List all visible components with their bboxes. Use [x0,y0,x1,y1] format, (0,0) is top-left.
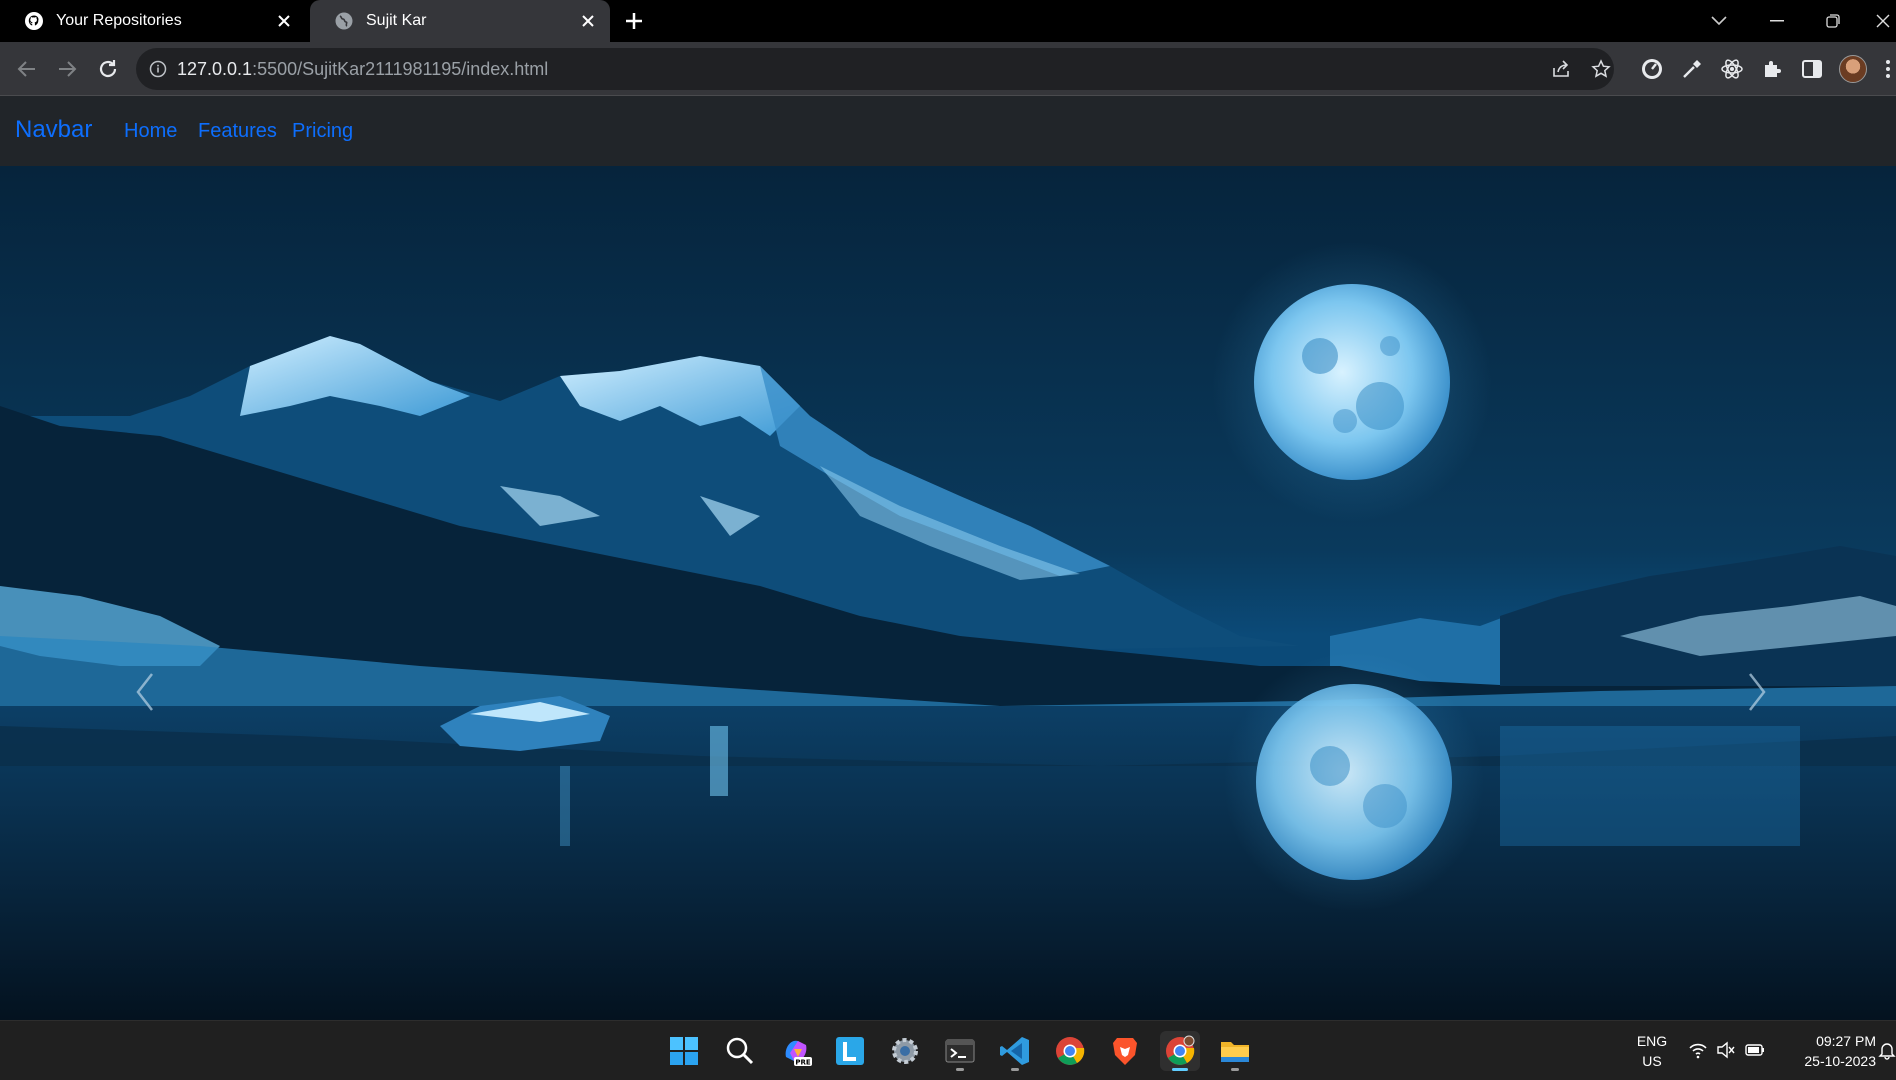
chrome-icon [1166,1035,1195,1065]
region-code: US [1642,1053,1662,1069]
chrome-icon [1056,1037,1085,1065]
svg-text:PRE: PRE [795,1059,811,1067]
nav-link-home[interactable]: Home [124,120,177,143]
share-icon[interactable] [1551,59,1571,79]
url-path: :5500/SujitKar2111981195/index.html [252,59,549,79]
tab-title: Sujit Kar [366,12,427,29]
folder-icon [1221,1042,1249,1062]
browser-tab-strip: Your Repositories Sujit Kar [0,0,1896,42]
running-indicator [1231,1068,1239,1071]
side-panel-icon[interactable] [1800,57,1824,81]
brave-lion-icon [1113,1038,1137,1065]
search-icon [726,1037,754,1065]
copilot-pre-icon: PRE [785,1040,812,1067]
clock[interactable]: 09:27 PM 25-10-2023 [1780,1031,1876,1071]
windows-logo-icon [670,1037,698,1065]
brave-button[interactable] [1105,1031,1145,1071]
carousel-slide-image [0,166,1896,1020]
globe-icon [335,12,353,30]
url-text: 127.0.0.1:5500/SujitKar2111981195/index.… [177,59,548,80]
language-indicator[interactable]: ENG US [1630,1031,1674,1071]
tab-title: Your Repositories [56,12,182,29]
chrome-button[interactable] [1050,1031,1090,1071]
clock-time: 09:27 PM [1816,1033,1876,1049]
extensions-puzzle-icon[interactable] [1760,57,1784,81]
tab-your-repositories[interactable]: Your Repositories [0,0,306,42]
l-app-icon [836,1037,864,1065]
new-tab-icon[interactable] [622,9,646,33]
start-button[interactable] [664,1031,704,1071]
windows-taskbar: PRE ENG US 09:27 PM 25-10-2023 [0,1020,1896,1080]
browser-toolbar: 127.0.0.1:5500/SujitKar2111981195/index.… [0,42,1896,96]
url-host: 127.0.0.1 [177,59,253,79]
carousel-next-chevron-right-icon[interactable] [1736,662,1776,722]
running-indicator [1011,1068,1019,1071]
react-devtools-icon[interactable] [1720,57,1744,81]
terminal-button[interactable] [940,1031,980,1071]
navbar-brand[interactable]: Navbar [15,116,92,144]
github-icon [25,12,43,30]
file-explorer-button[interactable] [1215,1031,1255,1071]
clock-date: 25-10-2023 [1804,1053,1876,1069]
wifi-icon[interactable] [1688,1040,1708,1060]
address-bar[interactable]: 127.0.0.1:5500/SujitKar2111981195/index.… [136,48,1614,90]
terminal-icon [945,1039,975,1063]
nav-link-pricing[interactable]: Pricing [292,120,353,143]
carousel-prev-chevron-left-icon[interactable] [126,662,166,722]
settings-button[interactable] [885,1031,925,1071]
vscode-icon [1000,1037,1029,1065]
site-navbar: Navbar Home Features Pricing [0,96,1896,166]
back-arrow-icon[interactable] [15,57,39,81]
carousel [0,166,1896,1020]
color-picker-extension-icon[interactable] [1680,57,1704,81]
close-window-icon[interactable] [1870,8,1896,34]
vscode-button[interactable] [995,1031,1035,1071]
tab-sujit-kar[interactable]: Sujit Kar [310,0,610,42]
copilot-button[interactable]: PRE [776,1031,816,1071]
taskbar-search-button[interactable] [720,1031,760,1071]
forward-arrow-icon[interactable] [55,57,79,81]
battery-icon[interactable] [1745,1040,1765,1060]
notification-bell-icon[interactable] [1878,1040,1896,1060]
close-icon[interactable] [578,11,598,31]
speed-gauge-extension-icon[interactable] [1640,57,1664,81]
reload-icon[interactable] [96,57,120,81]
close-icon[interactable] [274,11,294,31]
more-menu-icon[interactable] [1880,57,1896,81]
minimize-icon[interactable] [1764,8,1790,34]
bookmark-star-icon[interactable] [1591,59,1611,79]
volume-muted-icon[interactable] [1716,1040,1736,1060]
active-indicator [1172,1068,1188,1071]
nav-link-features[interactable]: Features [198,120,277,143]
site-info-icon[interactable] [149,60,167,78]
language-code: ENG [1636,1033,1668,1049]
l-app-button[interactable] [830,1031,870,1071]
chrome-profile-button[interactable] [1160,1031,1200,1071]
running-indicator [956,1068,964,1071]
profile-avatar[interactable] [1839,55,1867,83]
gear-icon [892,1038,918,1064]
tab-search-chevron-icon[interactable] [1706,8,1732,34]
restore-icon[interactable] [1820,8,1846,34]
